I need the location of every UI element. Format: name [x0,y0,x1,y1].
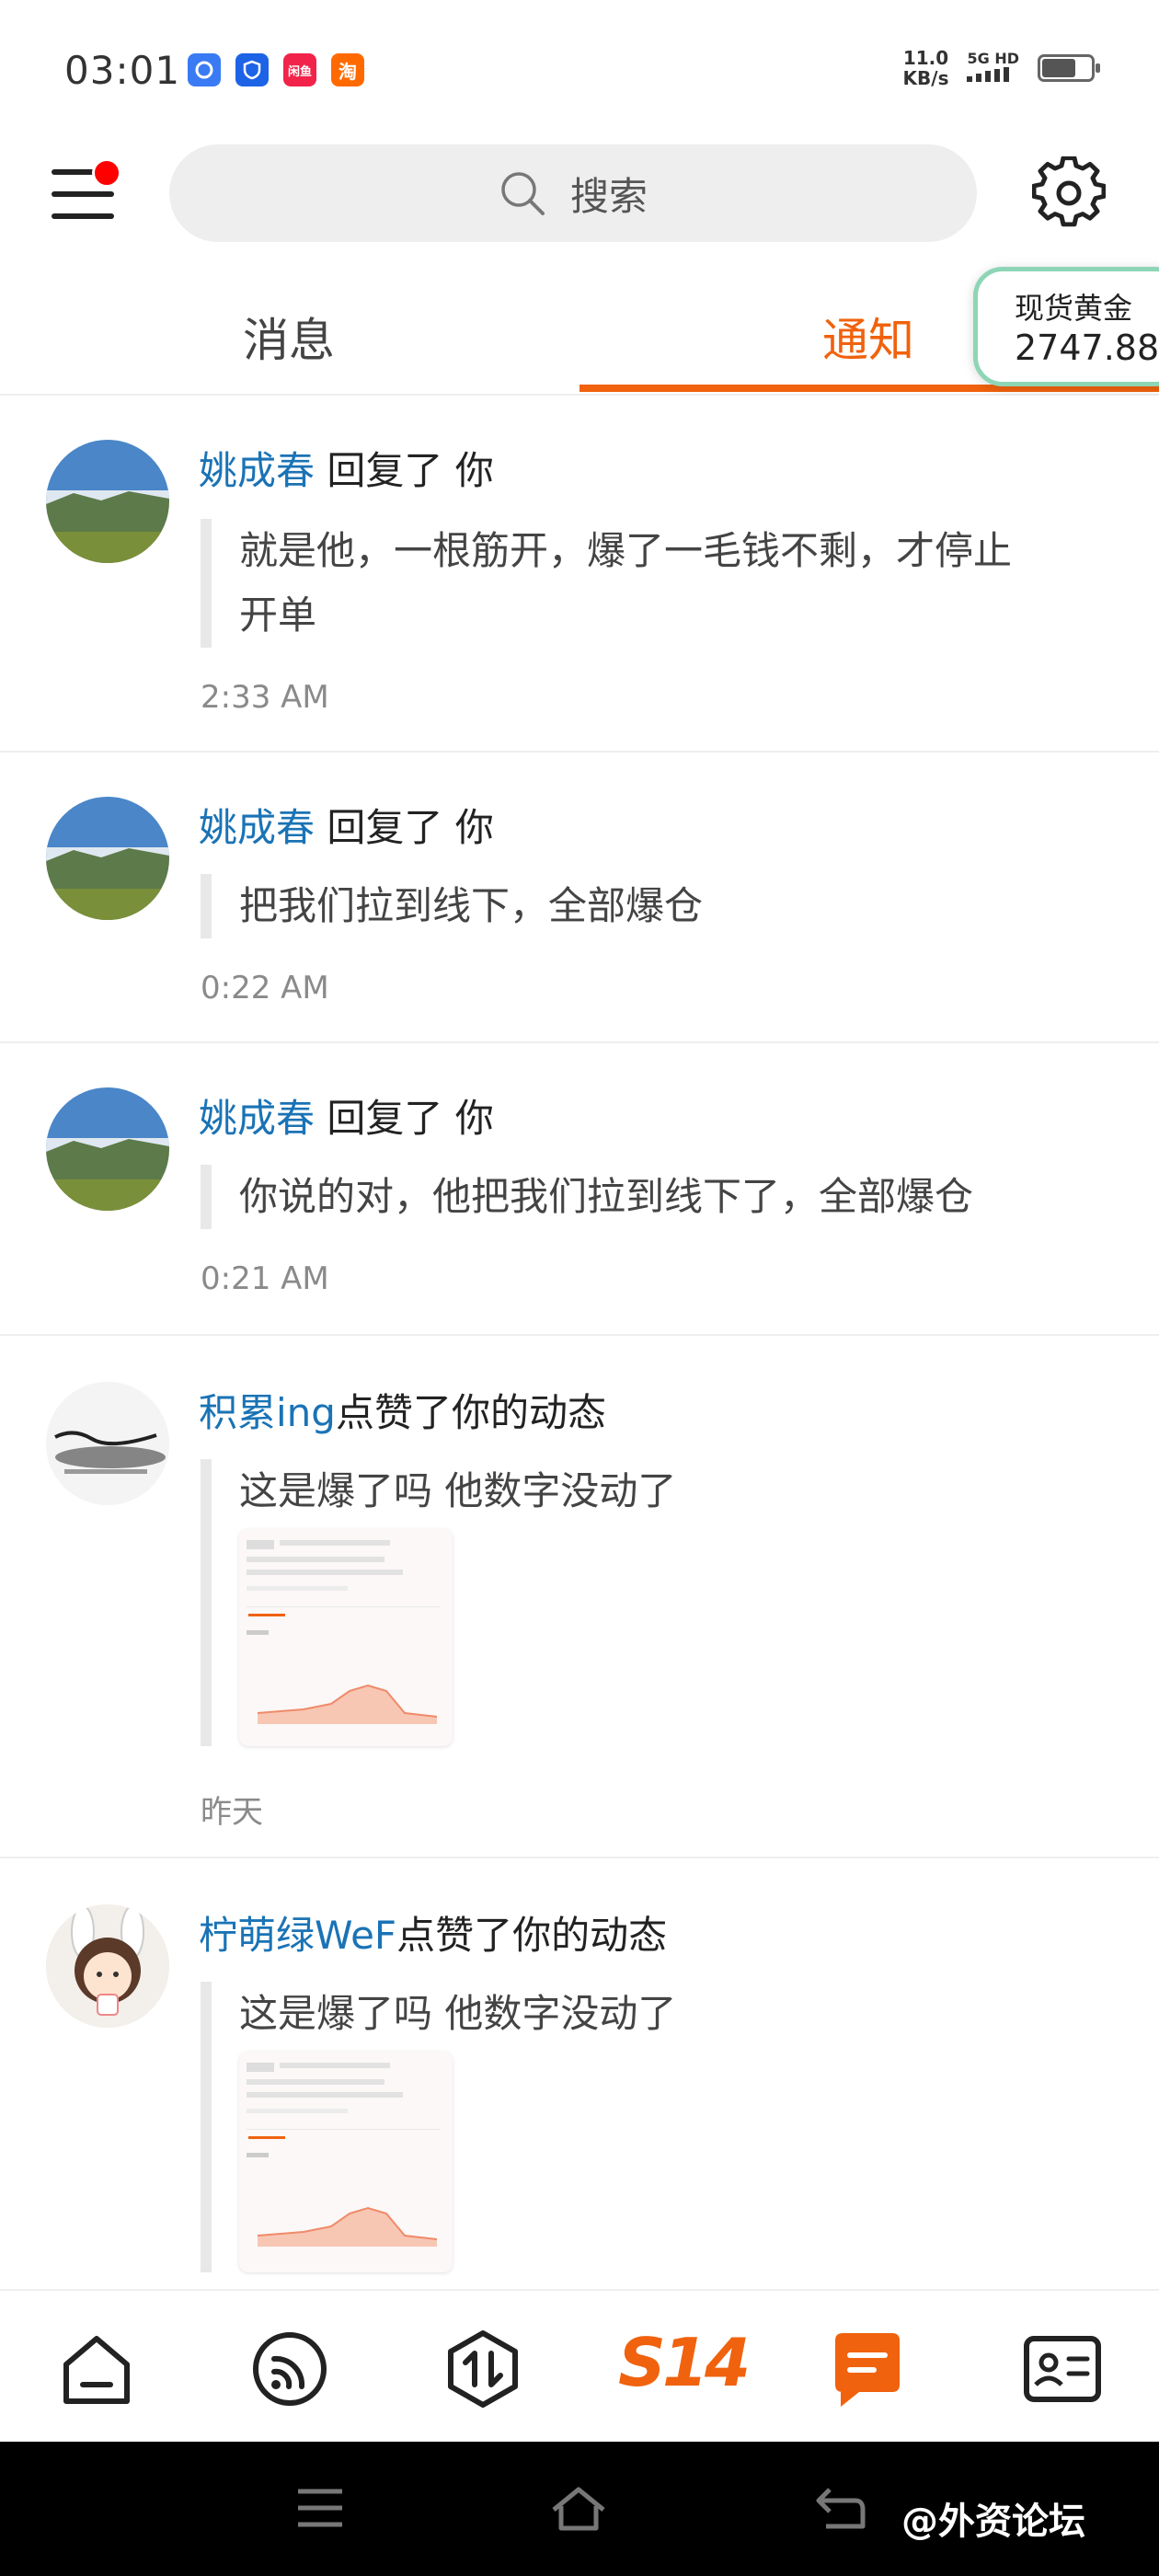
notification-title: 姚成春 回复了 你 [199,440,494,496]
notification-title: 积累ing点赞了你的动态 [199,1382,606,1438]
post-thumbnail[interactable] [239,2052,453,2272]
notification-title: 柠萌绿WeF点赞了你的动态 [199,1904,667,1961]
cartoon-girl-avatar-image [46,1904,169,2028]
search-placeholder: 搜索 [569,173,648,219]
reply-quote: 把我们拉到线下，全部爆仓 [201,874,703,938]
avatar[interactable] [46,1087,169,1211]
taobao-app-icon: 淘 [331,53,364,86]
status-right: 11.0 KB/s 5G HD [902,47,1100,89]
trading-screenshot-thumbnail [247,1540,440,1724]
tab-notifications[interactable]: 通知 [822,304,914,370]
gold-price-widget[interactable]: 现货黄金 2747.88 [973,267,1159,386]
signal-indicator: 5G HD [967,51,1019,86]
watermark: @外资论坛 [901,2501,1085,2543]
avatar[interactable] [46,1382,169,1505]
trading-screenshot-thumbnail [247,2063,440,2247]
bottom-navigation: S14 [0,2289,1159,2442]
user-name-link[interactable]: 姚成春 [199,448,315,493]
network-speed: 11.0 KB/s [902,47,949,89]
ink-painting-avatar-image [46,1382,169,1505]
status-app-icons: 闲鱼 淘 [188,53,364,86]
status-bar: 03:01 闲鱼 淘 11.0 KB/s 5G HD [0,0,1159,138]
gold-label: 现货黄金 [1015,291,1133,326]
system-navigation-bar: @外资论坛 [0,2442,1159,2576]
notification-time: 0:22 AM [201,970,329,1006]
status-time: 03:01 [64,48,181,93]
notification-action: 回复了 你 [327,805,494,850]
avatar[interactable] [46,797,169,920]
notification-title: 姚成春 回复了 你 [199,1087,494,1144]
notification-action: 点赞了你的动态 [396,1913,668,1958]
landscape-avatar-image [46,1087,169,1211]
gold-value: 2747.88 [1015,328,1159,368]
user-name-link[interactable]: 姚成春 [199,805,315,850]
notification-time: 0:21 AM [201,1260,329,1297]
landscape-avatar-image [46,440,169,563]
back-icon[interactable] [811,2482,868,2534]
feed-icon[interactable] [248,2328,331,2410]
post-thumbnail[interactable] [239,1529,453,1746]
notification-item[interactable]: 姚成春 回复了 你 你说的对，他把我们拉到线下了，全部爆仓 0:21 AM [0,1043,1159,1336]
search-bar[interactable]: 搜索 [169,144,977,242]
notification-item[interactable]: 柠萌绿WeF点赞了你的动态 这是爆了吗 他数字没动了 [0,1858,1159,2289]
message-icon[interactable] [826,2328,909,2410]
notification-action: 回复了 你 [327,1096,494,1141]
battery-icon [1038,54,1100,82]
user-name-link[interactable]: 柠萌绿WeF [199,1913,396,1958]
shield-app-icon [235,53,269,86]
notification-action: 回复了 你 [327,448,494,493]
notification-action: 点赞了你的动态 [335,1390,606,1435]
trade-icon[interactable] [442,2328,524,2410]
reply-quote: 就是他，一根筋开，爆了一毛钱不剩，才停止 开单 [201,519,1012,648]
app-icon-1 [188,53,221,86]
home-icon[interactable] [55,2328,138,2410]
s14-logo[interactable]: S14 [618,2324,751,2407]
user-name-link[interactable]: 姚成春 [199,1096,315,1141]
landscape-avatar-image [46,797,169,920]
profile-card-icon[interactable] [1021,2328,1104,2410]
notification-title: 姚成春 回复了 你 [199,797,494,853]
signal-bars-icon [967,67,1010,82]
system-home-icon[interactable] [548,2482,609,2534]
post-quote: 这是爆了吗 他数字没动了 [201,1982,676,2272]
post-quote: 这是爆了吗 他数字没动了 [201,1459,676,1746]
menu-button[interactable] [48,158,121,232]
recents-menu-icon[interactable] [293,2482,348,2534]
notification-item[interactable]: 姚成春 回复了 你 把我们拉到线下，全部爆仓 0:22 AM [0,753,1159,1043]
notification-item[interactable]: 姚成春 回复了 你 就是他，一根筋开，爆了一毛钱不剩，才停止 开单 2:33 A… [0,396,1159,753]
avatar[interactable] [46,1904,169,2028]
notification-dot [92,158,121,188]
avatar[interactable] [46,440,169,563]
settings-gear-icon[interactable] [1032,156,1106,230]
search-icon [501,172,545,215]
notification-time: 2:33 AM [201,679,329,716]
xianyu-app-icon: 闲鱼 [283,53,316,86]
reply-quote: 你说的对，他把我们拉到线下了，全部爆仓 [201,1165,973,1229]
notification-time: 昨天 [201,1794,263,1831]
user-name-link[interactable]: 积累ing [199,1390,336,1435]
notification-item[interactable]: 积累ing点赞了你的动态 这是爆了吗 他数字没动了 昨天 [0,1336,1159,1858]
tab-messages[interactable]: 消息 [243,304,335,370]
